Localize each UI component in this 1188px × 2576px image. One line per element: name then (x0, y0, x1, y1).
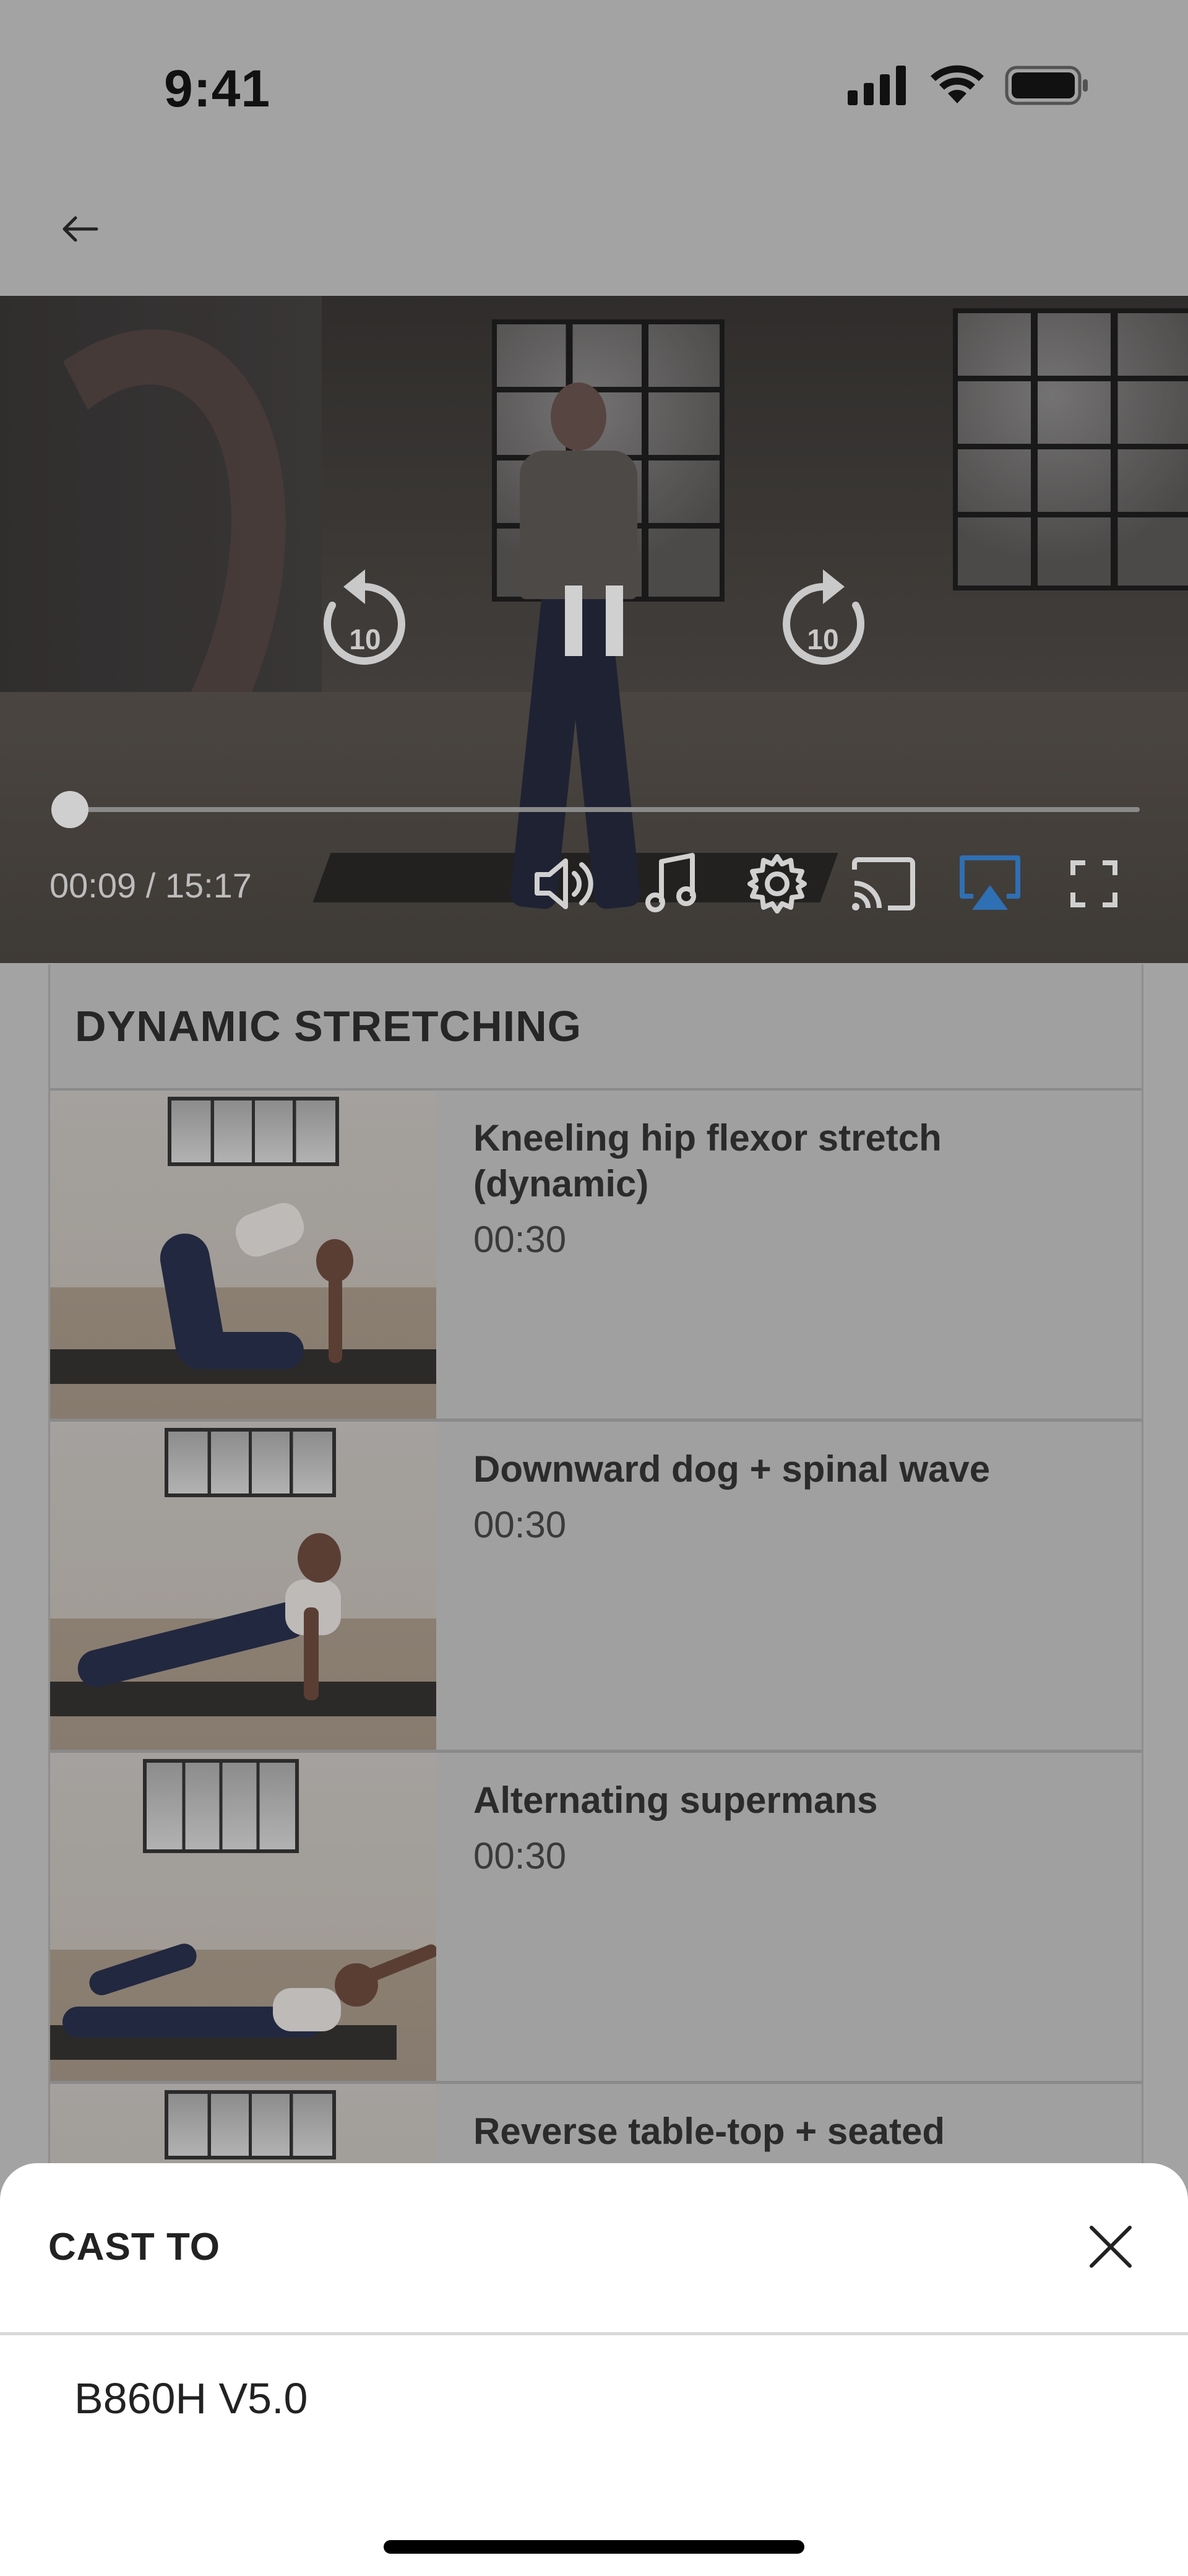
exercise-name: Kneeling hip flexor stretch (dynamic) (473, 1117, 942, 1204)
close-icon (1090, 2226, 1132, 2268)
cast-sheet-title: CAST TO (48, 2226, 220, 2268)
music-button[interactable] (634, 847, 708, 921)
status-icons (848, 65, 1089, 106)
rewind-10-button[interactable]: 10 (312, 568, 418, 673)
exercise-name: Alternating supermans (473, 1779, 878, 1821)
fullscreen-button[interactable] (1057, 847, 1131, 921)
cast-device-item[interactable]: B860H V5.0 (74, 2374, 308, 2423)
cast-button[interactable] (846, 847, 921, 921)
airplay-icon (960, 855, 1020, 910)
exercise-duration: 00:30 (473, 1504, 567, 1545)
close-button[interactable] (1077, 2213, 1145, 2281)
airplay-button[interactable] (953, 847, 1027, 921)
forward-10-button[interactable]: 10 (770, 568, 876, 673)
player-toolbar (526, 847, 1131, 921)
exercise-duration: 00:30 (473, 1835, 567, 1877)
back-button[interactable] (50, 198, 111, 260)
wifi-icon (931, 65, 984, 103)
music-icon (645, 853, 696, 912)
home-indicator (384, 2540, 804, 2554)
cast-icon (852, 857, 915, 910)
exercise-list: DYNAMIC STRETCHING Kneeling hip flexor s… (48, 964, 1143, 2275)
forward-seconds: 10 (807, 623, 839, 655)
exercise-name: Downward dog + spinal wave (473, 1448, 991, 1490)
exercise-thumbnail (50, 1422, 436, 1750)
pause-button[interactable] (544, 568, 644, 673)
status-bar: 9:41 (0, 0, 1188, 173)
video-player[interactable]: 10 10 00:09 / 15:17 (0, 296, 1188, 963)
cast-sheet: CAST TO B860H V5.0 (0, 2163, 1188, 2576)
section-title: DYNAMIC STRETCHING (50, 964, 1142, 1091)
top-bar (0, 173, 1188, 297)
exercise-row[interactable]: Downward dog + spinal wave 00:30 (50, 1422, 1142, 1753)
volume-button[interactable] (526, 847, 600, 921)
exercise-thumbnail (50, 1753, 436, 2081)
rewind-seconds: 10 (349, 623, 381, 655)
fullscreen-icon (1070, 860, 1117, 907)
pause-icon (565, 586, 623, 656)
volume-icon (535, 858, 593, 909)
settings-icon (747, 854, 807, 914)
divider (0, 2332, 1188, 2335)
status-time: 9:41 (164, 59, 271, 118)
timecode: 00:09 / 15:17 (50, 866, 252, 905)
exercise-name: Reverse table-top + seated (473, 2111, 945, 2152)
arrow-left-icon (62, 216, 98, 242)
exercise-row[interactable]: Kneeling hip flexor stretch (dynamic) 00… (50, 1091, 1142, 1422)
battery-icon (1005, 66, 1088, 105)
exercise-row[interactable]: Alternating supermans 00:30 (50, 1753, 1142, 2084)
progress-bar[interactable] (51, 791, 1140, 828)
forward-icon (783, 569, 865, 665)
signal-icon (848, 66, 906, 105)
exercise-duration: 00:30 (473, 1219, 567, 1260)
rewind-icon (323, 569, 405, 665)
settings-button[interactable] (740, 847, 814, 921)
exercise-thumbnail (50, 1091, 436, 1419)
